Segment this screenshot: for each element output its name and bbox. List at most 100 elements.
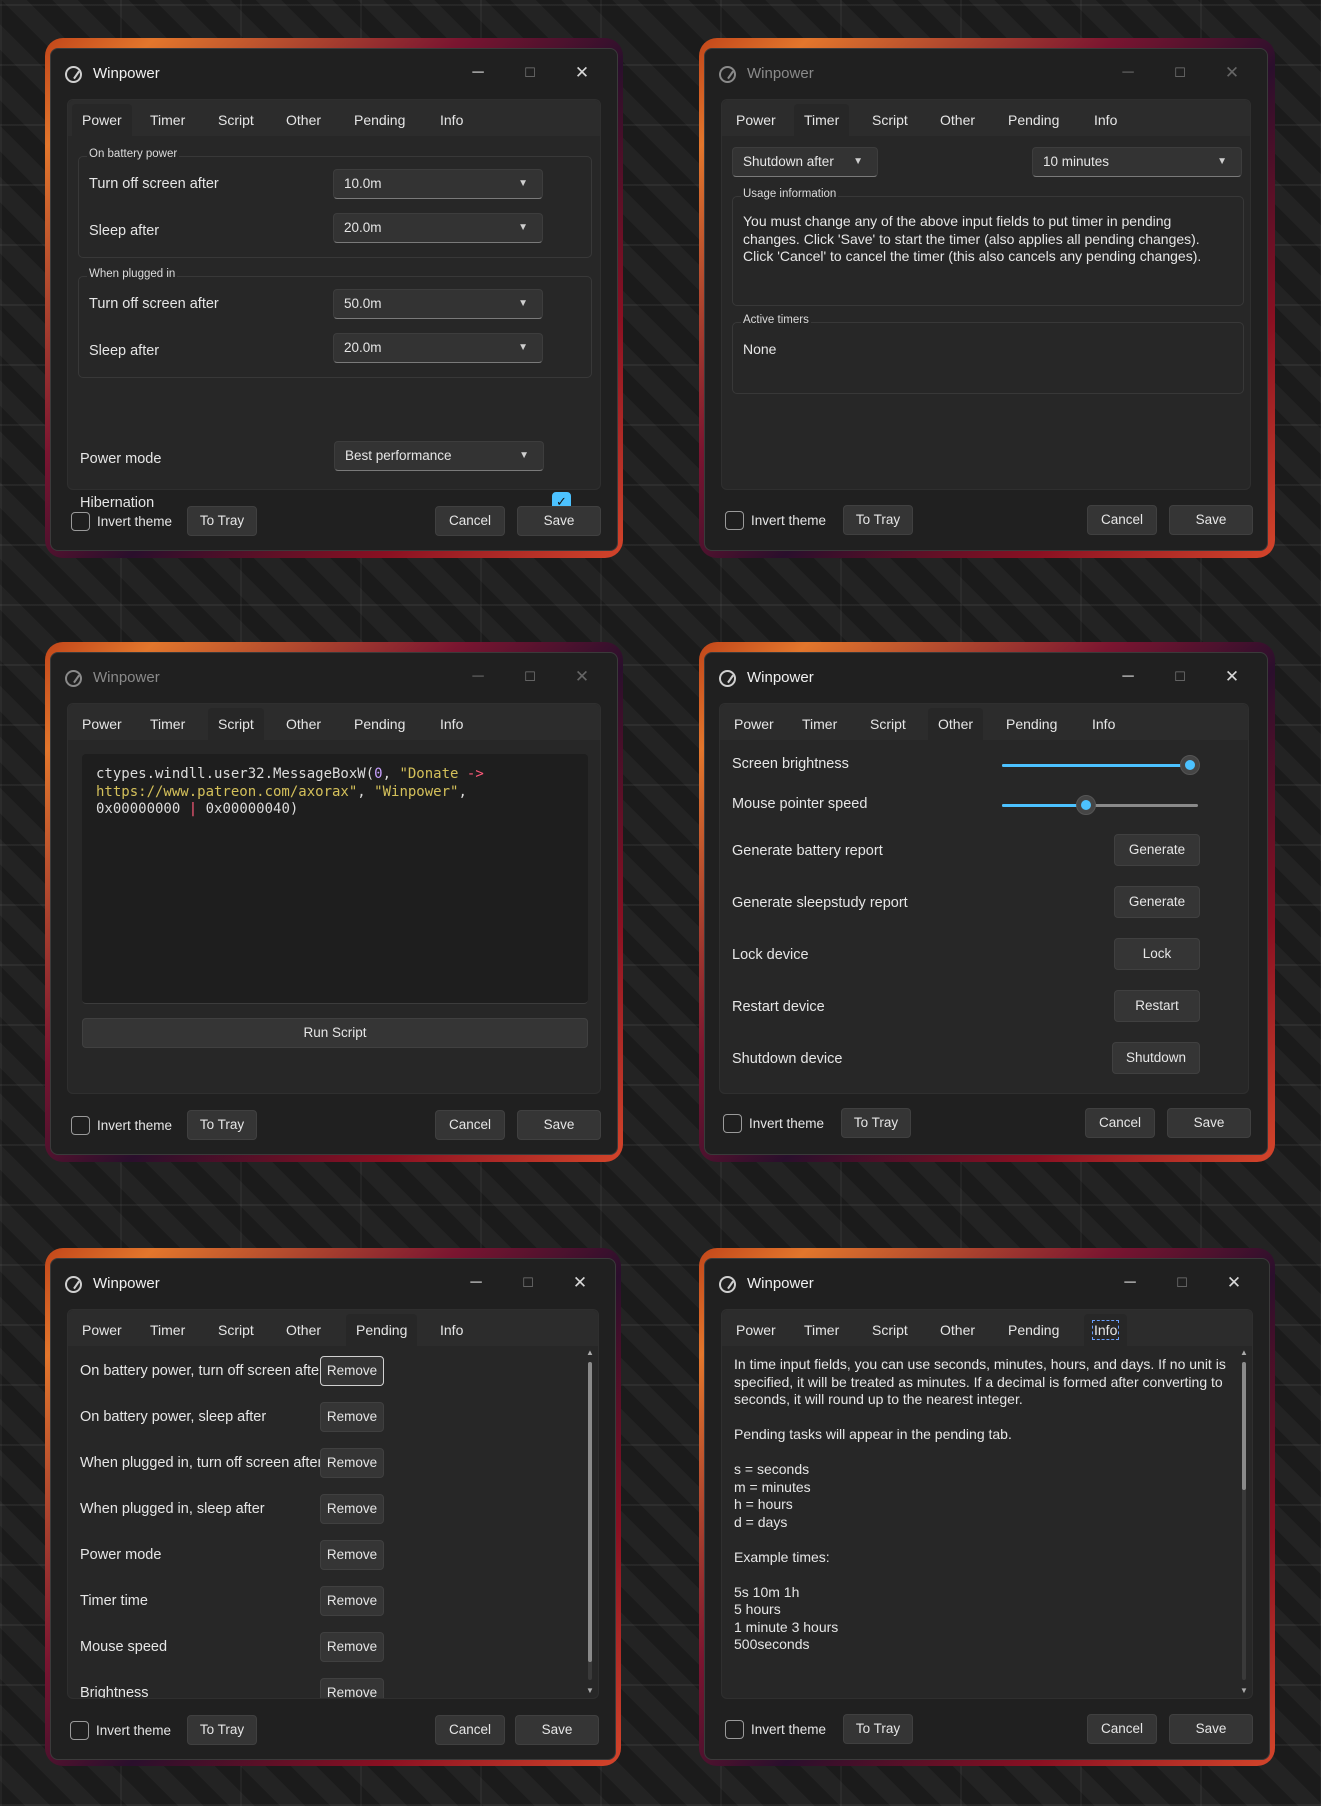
tab-power[interactable]: Power [72, 708, 132, 740]
timer-action-select[interactable]: Shutdown after ▼ [732, 147, 878, 177]
to-tray-button[interactable]: To Tray [841, 1108, 911, 1138]
maximize-icon[interactable]: ☐ [515, 664, 545, 690]
scroll-down-icon[interactable]: ▼ [586, 1686, 594, 1695]
tab-pending[interactable]: Pending [344, 104, 415, 136]
tab-pending[interactable]: Pending [344, 708, 415, 740]
title-bar[interactable]: Winpower ─ ☐ ✕ [51, 49, 617, 99]
tab-power[interactable]: Power [72, 104, 132, 136]
generate-battery-report-button[interactable]: Generate [1114, 834, 1200, 866]
battery-sleep-select[interactable]: 20.0m ▼ [333, 213, 543, 243]
tab-script[interactable]: Script [862, 104, 918, 136]
tab-pending[interactable]: Pending [346, 1314, 418, 1346]
tab-info[interactable]: Info [1084, 104, 1127, 136]
remove-button[interactable]: Remove [320, 1586, 384, 1616]
tab-timer[interactable]: Timer [794, 104, 850, 136]
title-bar[interactable]: Winpower ─ ☐ ✕ [705, 49, 1267, 99]
remove-button[interactable]: Remove [320, 1448, 384, 1478]
tab-info[interactable]: Info [430, 1314, 473, 1346]
tab-other[interactable]: Other [276, 104, 331, 136]
cancel-button[interactable]: Cancel [435, 1715, 505, 1745]
run-script-button[interactable]: Run Script [82, 1018, 588, 1048]
title-bar[interactable]: Winpower ─ ☐ ✕ [51, 1259, 615, 1309]
tab-timer[interactable]: Timer [794, 1314, 849, 1346]
title-bar[interactable]: Winpower ─ ☐ ✕ [705, 653, 1267, 703]
maximize-icon[interactable]: ☐ [513, 1270, 543, 1296]
tab-script[interactable]: Script [208, 104, 264, 136]
to-tray-button[interactable]: To Tray [187, 506, 257, 536]
tab-info[interactable]: Info [430, 708, 473, 740]
tab-power[interactable]: Power [72, 1314, 132, 1346]
tab-other[interactable]: Other [930, 104, 985, 136]
tab-timer[interactable]: Timer [140, 708, 195, 740]
invert-theme-checkbox[interactable] [71, 1116, 90, 1135]
minimize-icon[interactable]: ─ [463, 664, 493, 690]
to-tray-button[interactable]: To Tray [843, 505, 913, 535]
shutdown-device-button[interactable]: Shutdown [1112, 1042, 1200, 1074]
tab-other[interactable]: Other [276, 1314, 331, 1346]
invert-theme-checkbox[interactable] [723, 1114, 742, 1133]
tab-script[interactable]: Script [860, 708, 916, 740]
script-editor[interactable]: ctypes.windll.user32.MessageBoxW(0, "Don… [82, 754, 588, 1004]
invert-theme-checkbox[interactable] [725, 511, 744, 530]
remove-button[interactable]: Remove [320, 1540, 384, 1570]
remove-button[interactable]: Remove [320, 1678, 384, 1698]
invert-theme-checkbox[interactable] [725, 1720, 744, 1739]
tab-script[interactable]: Script [862, 1314, 918, 1346]
tab-info[interactable]: Info [1082, 708, 1125, 740]
close-icon[interactable]: ✕ [565, 1270, 595, 1296]
tab-power[interactable]: Power [724, 708, 784, 740]
remove-button[interactable]: Remove [320, 1494, 384, 1524]
battery-screen-select[interactable]: 10.0m ▼ [333, 169, 543, 199]
maximize-icon[interactable]: ☐ [1167, 1270, 1197, 1296]
tab-timer[interactable]: Timer [792, 708, 847, 740]
cancel-button[interactable]: Cancel [435, 1110, 505, 1140]
tab-script[interactable]: Script [208, 1314, 264, 1346]
save-button[interactable]: Save [1169, 1714, 1253, 1744]
tab-power[interactable]: Power [726, 1314, 786, 1346]
save-button[interactable]: Save [517, 506, 601, 536]
scroll-up-icon[interactable]: ▲ [586, 1348, 594, 1357]
maximize-icon[interactable]: ☐ [1165, 664, 1195, 690]
remove-button[interactable]: Remove [320, 1356, 384, 1386]
close-icon[interactable]: ✕ [1217, 664, 1247, 690]
power-mode-select[interactable]: Best performance ▼ [334, 441, 544, 471]
to-tray-button[interactable]: To Tray [187, 1110, 257, 1140]
to-tray-button[interactable]: To Tray [843, 1714, 913, 1744]
scrollbar-thumb[interactable] [1242, 1362, 1246, 1490]
minimize-icon[interactable]: ─ [1113, 60, 1143, 86]
tab-other[interactable]: Other [276, 708, 331, 740]
scroll-up-icon[interactable]: ▲ [1240, 1348, 1248, 1357]
restart-device-button[interactable]: Restart [1114, 990, 1200, 1022]
tab-pending[interactable]: Pending [998, 104, 1069, 136]
plugged-screen-select[interactable]: 50.0m ▼ [333, 289, 543, 319]
tab-timer[interactable]: Timer [140, 1314, 195, 1346]
save-button[interactable]: Save [1169, 505, 1253, 535]
tab-other[interactable]: Other [930, 1314, 985, 1346]
maximize-icon[interactable]: ☐ [1165, 60, 1195, 86]
maximize-icon[interactable]: ☐ [515, 60, 545, 86]
cancel-button[interactable]: Cancel [1087, 505, 1157, 535]
mouse-speed-slider-thumb[interactable] [1076, 795, 1096, 815]
remove-button[interactable]: Remove [320, 1632, 384, 1662]
timer-duration-select[interactable]: 10 minutes ▼ [1032, 147, 1242, 177]
close-icon[interactable]: ✕ [1219, 1270, 1249, 1296]
save-button[interactable]: Save [517, 1110, 601, 1140]
tab-pending[interactable]: Pending [998, 1314, 1069, 1346]
brightness-slider-thumb[interactable] [1180, 755, 1200, 775]
save-button[interactable]: Save [1167, 1108, 1251, 1138]
title-bar[interactable]: Winpower ─ ☐ ✕ [705, 1259, 1269, 1309]
cancel-button[interactable]: Cancel [435, 506, 505, 536]
cancel-button[interactable]: Cancel [1085, 1108, 1155, 1138]
pending-scrollbar[interactable] [588, 1362, 592, 1680]
tab-script[interactable]: Script [208, 708, 264, 740]
info-scrollbar[interactable] [1242, 1362, 1246, 1680]
generate-sleepstudy-report-button[interactable]: Generate [1114, 886, 1200, 918]
title-bar[interactable]: Winpower ─ ☐ ✕ [51, 653, 617, 703]
tab-info[interactable]: Info [1084, 1314, 1128, 1346]
scrollbar-thumb[interactable] [588, 1362, 592, 1662]
close-icon[interactable]: ✕ [1217, 60, 1247, 86]
close-icon[interactable]: ✕ [567, 60, 597, 86]
tab-other[interactable]: Other [928, 708, 984, 740]
minimize-icon[interactable]: ─ [461, 1270, 491, 1296]
minimize-icon[interactable]: ─ [463, 60, 493, 86]
